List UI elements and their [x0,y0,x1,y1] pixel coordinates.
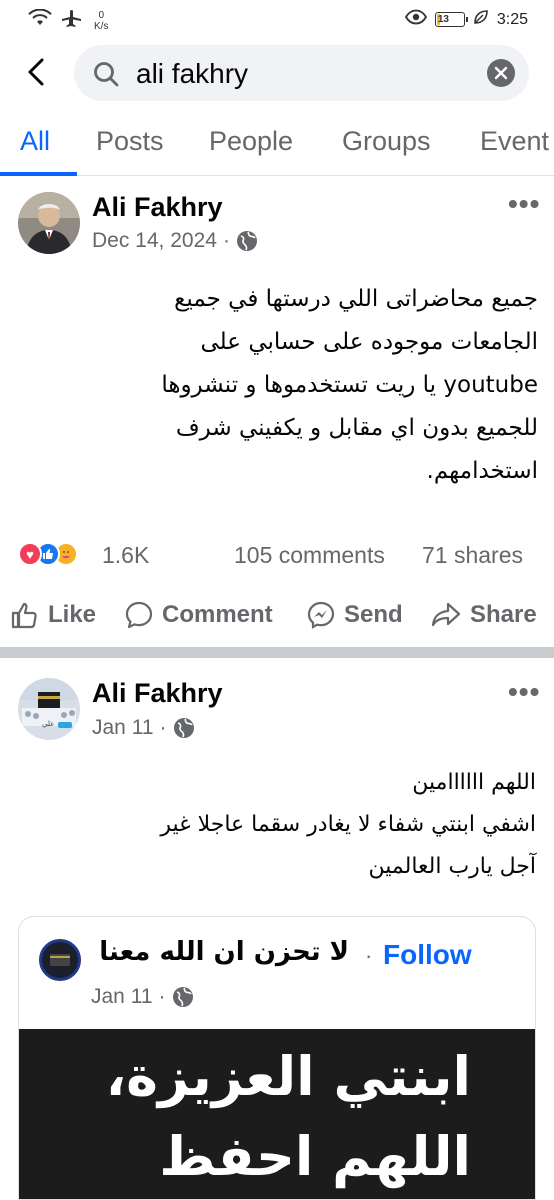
status-right: 13 3:25 [404,9,528,30]
wifi-icon [28,8,52,32]
close-icon [494,66,508,80]
page-name[interactable]: لا تحزن ان الله معنا [99,937,349,967]
avatar[interactable] [18,192,80,254]
shared-image-text: ابنتي العزيزة، اللهم احفظ [106,1037,471,1197]
follow-button[interactable]: Follow [383,939,472,971]
thumbs-up-icon [11,602,37,629]
svg-text:علي: علي [42,720,54,728]
post-text-line: للجميع بدون اي مقابل و يكفيني شرف [175,415,538,441]
post-text-line: جميع محاضراتى اللي درستها في جميع [174,286,538,312]
search-input[interactable]: ali fakhry [74,45,529,101]
reaction-count[interactable]: 1.6K [102,542,149,569]
send-button[interactable]: Send [306,600,403,630]
share-label: Share [470,601,537,628]
network-speed: 0 K/s [94,10,108,32]
comment-label: Comment [162,601,273,628]
search-query[interactable]: ali fakhry [136,58,248,90]
post-author[interactable]: Ali Fakhry [92,678,223,709]
post-text: اللهم اااااامين اشفي ابنتي شفاء لا يغادر… [16,762,536,888]
post-text-line: اشفي ابنتي شفاء لا يغادر سقما عاجلا غير [160,812,536,837]
post-actions: Like Comment Send Share [0,592,554,640]
post-text-line: اللهم اااااامين [412,770,536,795]
post-date[interactable]: Jan 11 [92,716,154,740]
status-bar: 0 K/s 13 3:25 [0,0,554,40]
post-text-line: استخدامهم. [426,458,538,484]
network-speed-unit: K/s [94,20,109,32]
active-tab-indicator [0,172,77,176]
meta-separator: · [222,229,230,252]
tab-events[interactable]: Event [480,126,549,157]
clear-search-button[interactable] [487,59,515,87]
title-separator: · [365,943,373,968]
like-label: Like [48,601,97,628]
network-speed-value: 0 [98,9,104,21]
chevron-left-icon [28,58,44,86]
post-divider [0,647,554,658]
more-options-button[interactable]: ••• [508,188,540,220]
image-text-line: ابنتي العزيزة، [105,1045,471,1108]
comments-count[interactable]: 105 comments [234,542,385,569]
page-avatar[interactable] [39,939,81,981]
shares-count[interactable]: 71 shares [422,542,523,569]
post-text: جميع محاضراتى اللي درستها في جميع الجامع… [18,278,538,493]
back-button[interactable] [18,54,54,90]
meta-separator: · [159,716,167,739]
shared-post-date[interactable]: Jan 11 [91,985,153,1009]
airplane-icon [60,8,82,33]
like-button[interactable]: Like [10,600,96,630]
image-text-line: اللهم احفظ [159,1125,471,1188]
tab-all[interactable]: All [20,126,50,157]
tab-people[interactable]: People [209,126,293,157]
more-options-button[interactable]: ••• [508,676,540,708]
post-text-line: الجامعات موجوده على حسابي على [200,329,539,355]
avatar[interactable]: علي [18,678,80,740]
shared-post-image[interactable]: ابنتي العزيزة، اللهم احفظ [19,1029,535,1199]
status-left: 0 K/s [28,8,108,33]
love-reaction-icon: ♥ [18,542,42,566]
tab-posts[interactable]: Posts [96,126,164,157]
globe-icon [173,718,194,738]
post-text-line: آجل يارب العالمين [368,854,536,879]
comment-button[interactable]: Comment [124,600,273,630]
messenger-icon [307,601,335,629]
eye-icon [404,9,427,30]
comment-icon [125,601,153,629]
battery-icon: 13 [434,12,468,27]
post-date[interactable]: Dec 14, 2024 [92,229,217,253]
reaction-icons[interactable]: ♥ [18,542,78,566]
tab-groups[interactable]: Groups [342,126,431,157]
share-button[interactable]: Share [430,600,537,630]
post-meta: Jan 11 · [92,716,195,740]
search-icon [92,60,120,93]
post-meta: Dec 14, 2024 · [92,229,258,253]
globe-icon [236,231,257,251]
shared-post-card[interactable]: لا تحزن ان الله معنا · Follow Jan 11 · ا… [18,916,536,1200]
post-stats: ♥ 1.6K 105 comments 71 shares [18,538,538,574]
leaf-icon [473,9,489,30]
shared-post-meta: Jan 11 · [91,985,194,1009]
share-icon [431,602,461,627]
search-filter-tabs: All Posts People Groups Event [0,110,554,176]
globe-icon [172,987,193,1007]
battery-level: 13 [437,14,449,25]
meta-separator: · [158,985,166,1008]
clock: 3:25 [496,10,528,28]
post-author[interactable]: Ali Fakhry [92,192,223,223]
post-text-line: youtube يا ريت تستخدموها و تنشروها [161,372,538,398]
send-label: Send [344,601,403,628]
